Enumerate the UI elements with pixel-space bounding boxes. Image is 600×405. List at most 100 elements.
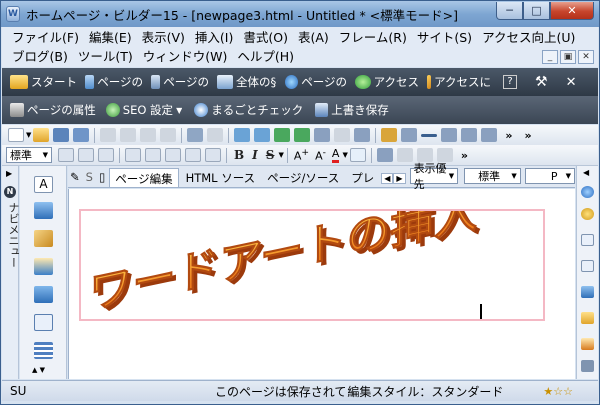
tab-page-source[interactable]: ページ/ソース: [262, 168, 344, 187]
bullet-list-icon[interactable]: [165, 148, 181, 162]
menu-site[interactable]: サイト(S): [417, 27, 472, 46]
font-color-icon[interactable]: A: [331, 147, 340, 163]
tab-preview[interactable]: プレ: [346, 168, 379, 187]
align-center-icon[interactable]: [78, 148, 94, 162]
more-tools-icon[interactable]: »: [505, 129, 512, 142]
menu-blog[interactable]: ブログ(B): [12, 46, 68, 65]
paste-icon[interactable]: [140, 128, 157, 142]
tab-page-edit[interactable]: ページ編集: [109, 168, 179, 187]
frame-icon[interactable]: [334, 128, 351, 142]
mdi-minimize-button[interactable]: _: [542, 50, 558, 64]
tab-html-source[interactable]: HTML ソース: [181, 168, 261, 187]
link-icon[interactable]: [294, 128, 311, 142]
toolbar-close-button[interactable]: ✕: [566, 75, 577, 90]
start-button[interactable]: スタート: [10, 74, 77, 90]
tab-s[interactable]: S: [84, 168, 95, 187]
strikethrough-button[interactable]: S: [266, 148, 275, 162]
clipboard-icon[interactable]: [581, 234, 594, 246]
collapse-arrow-icon[interactable]: ◀: [583, 168, 589, 177]
page-icon[interactable]: ▯: [97, 168, 107, 187]
edit-icon[interactable]: [581, 338, 594, 350]
image-icon[interactable]: [274, 128, 291, 142]
page-button-3[interactable]: ページの: [285, 74, 347, 90]
new-file-icon[interactable]: [8, 128, 24, 142]
table-insert-icon[interactable]: [34, 342, 53, 359]
nav-menu-tab[interactable]: ▶ N ナビメニュー: [2, 166, 20, 379]
indent-icon[interactable]: [125, 148, 141, 162]
copy-icon[interactable]: [120, 128, 137, 142]
align-left-icon[interactable]: [58, 148, 74, 162]
line-icon[interactable]: [421, 133, 438, 137]
settings-button[interactable]: ⚒: [535, 74, 548, 90]
help-button[interactable]: ?: [503, 75, 517, 89]
pen-icon[interactable]: [381, 128, 398, 142]
list-panel-icon[interactable]: [581, 360, 594, 372]
save-all-icon[interactable]: [73, 128, 90, 142]
gallery-insert-icon[interactable]: [34, 286, 53, 303]
textbox-icon[interactable]: [461, 128, 478, 142]
outdent-icon[interactable]: [145, 148, 161, 162]
page-button-2[interactable]: ページの: [151, 74, 209, 90]
maximize-button[interactable]: □: [523, 2, 550, 20]
check-all-button[interactable]: まるごとチェック: [194, 102, 303, 118]
paragraph-style-select[interactable]: 標準 ▼: [6, 147, 52, 163]
menu-view[interactable]: 表示(V): [142, 27, 185, 46]
bold-button[interactable]: B: [234, 148, 244, 162]
overwrite-save-button[interactable]: 上書き保存: [315, 102, 389, 118]
highlight-icon[interactable]: [349, 148, 366, 162]
decrease-indent-icon[interactable]: [205, 148, 221, 162]
tag-select[interactable]: P ▼: [524, 168, 575, 184]
text-insert-icon[interactable]: A: [34, 176, 53, 193]
italic-button[interactable]: I: [252, 148, 258, 162]
page-properties-button[interactable]: ページの属性: [10, 102, 96, 118]
more-tools-icon[interactable]: »: [461, 149, 468, 162]
display-priority-select[interactable]: 表示優先 ▼: [409, 162, 459, 191]
tab-scroll-left-icon[interactable]: ◀: [381, 173, 394, 184]
overall-button[interactable]: 全体の§: [217, 74, 277, 90]
menu-format[interactable]: 書式(O): [243, 27, 288, 46]
mdi-restore-button[interactable]: ▣: [560, 50, 576, 64]
collapse-arrow-icon[interactable]: ▶: [6, 169, 12, 178]
replace-icon[interactable]: [254, 128, 271, 142]
page-editor[interactable]: ワードアートの挿入 ワードアートの挿入: [68, 189, 575, 379]
redo-icon[interactable]: [207, 128, 224, 142]
access-button-2[interactable]: アクセスに: [427, 74, 491, 90]
menu-frame[interactable]: フレーム(R): [339, 27, 407, 46]
more-tools-icon[interactable]: »: [525, 129, 532, 142]
cut-icon[interactable]: [100, 128, 117, 142]
table-icon[interactable]: [314, 128, 331, 142]
site-tree-icon[interactable]: [581, 286, 594, 298]
image-insert-icon[interactable]: [34, 258, 53, 275]
page-button-1[interactable]: ページの: [85, 74, 143, 90]
clip-insert-icon[interactable]: [34, 230, 53, 247]
font-size-decrease-icon[interactable]: A-: [315, 147, 326, 163]
layer-panel-icon[interactable]: [581, 260, 594, 272]
layer-icon[interactable]: [354, 128, 371, 142]
scroll-arrows-icon[interactable]: ▲ ▼: [32, 366, 45, 374]
close-button[interactable]: ✕: [550, 2, 594, 20]
font-size-increase-icon[interactable]: A+: [294, 147, 309, 163]
numbered-list-icon[interactable]: [185, 148, 201, 162]
menu-window[interactable]: ウィンドウ(W): [143, 46, 228, 65]
chevron-down-icon[interactable]: ▼: [342, 151, 347, 159]
mdi-close-button[interactable]: ✕: [578, 50, 594, 64]
open-folder-icon[interactable]: [33, 128, 50, 142]
tab-scroll-right-icon[interactable]: ▶: [393, 173, 406, 184]
format-paint-icon[interactable]: [160, 128, 177, 142]
palette-icon[interactable]: [581, 208, 594, 220]
app-icon[interactable]: W: [6, 6, 20, 22]
save-file-icon[interactable]: [53, 128, 70, 142]
list-icon[interactable]: [481, 128, 498, 142]
picture-icon[interactable]: [401, 128, 418, 142]
wordart-frame[interactable]: ワードアートの挿入 ワードアートの挿入: [79, 209, 545, 321]
menu-access[interactable]: アクセス向上(U): [482, 27, 575, 46]
menu-file[interactable]: ファイル(F): [12, 27, 79, 46]
find-icon[interactable]: [234, 128, 251, 142]
wordart-graphic[interactable]: ワードアートの挿入 ワードアートの挿入: [81, 211, 543, 319]
form-insert-icon[interactable]: [34, 314, 53, 331]
form-icon[interactable]: [441, 128, 458, 142]
folder-icon[interactable]: [581, 312, 594, 324]
menu-help[interactable]: ヘルプ(H): [237, 46, 294, 65]
chevron-down-icon[interactable]: ▼: [278, 151, 283, 159]
style-select[interactable]: 標準 ▼: [464, 168, 521, 184]
